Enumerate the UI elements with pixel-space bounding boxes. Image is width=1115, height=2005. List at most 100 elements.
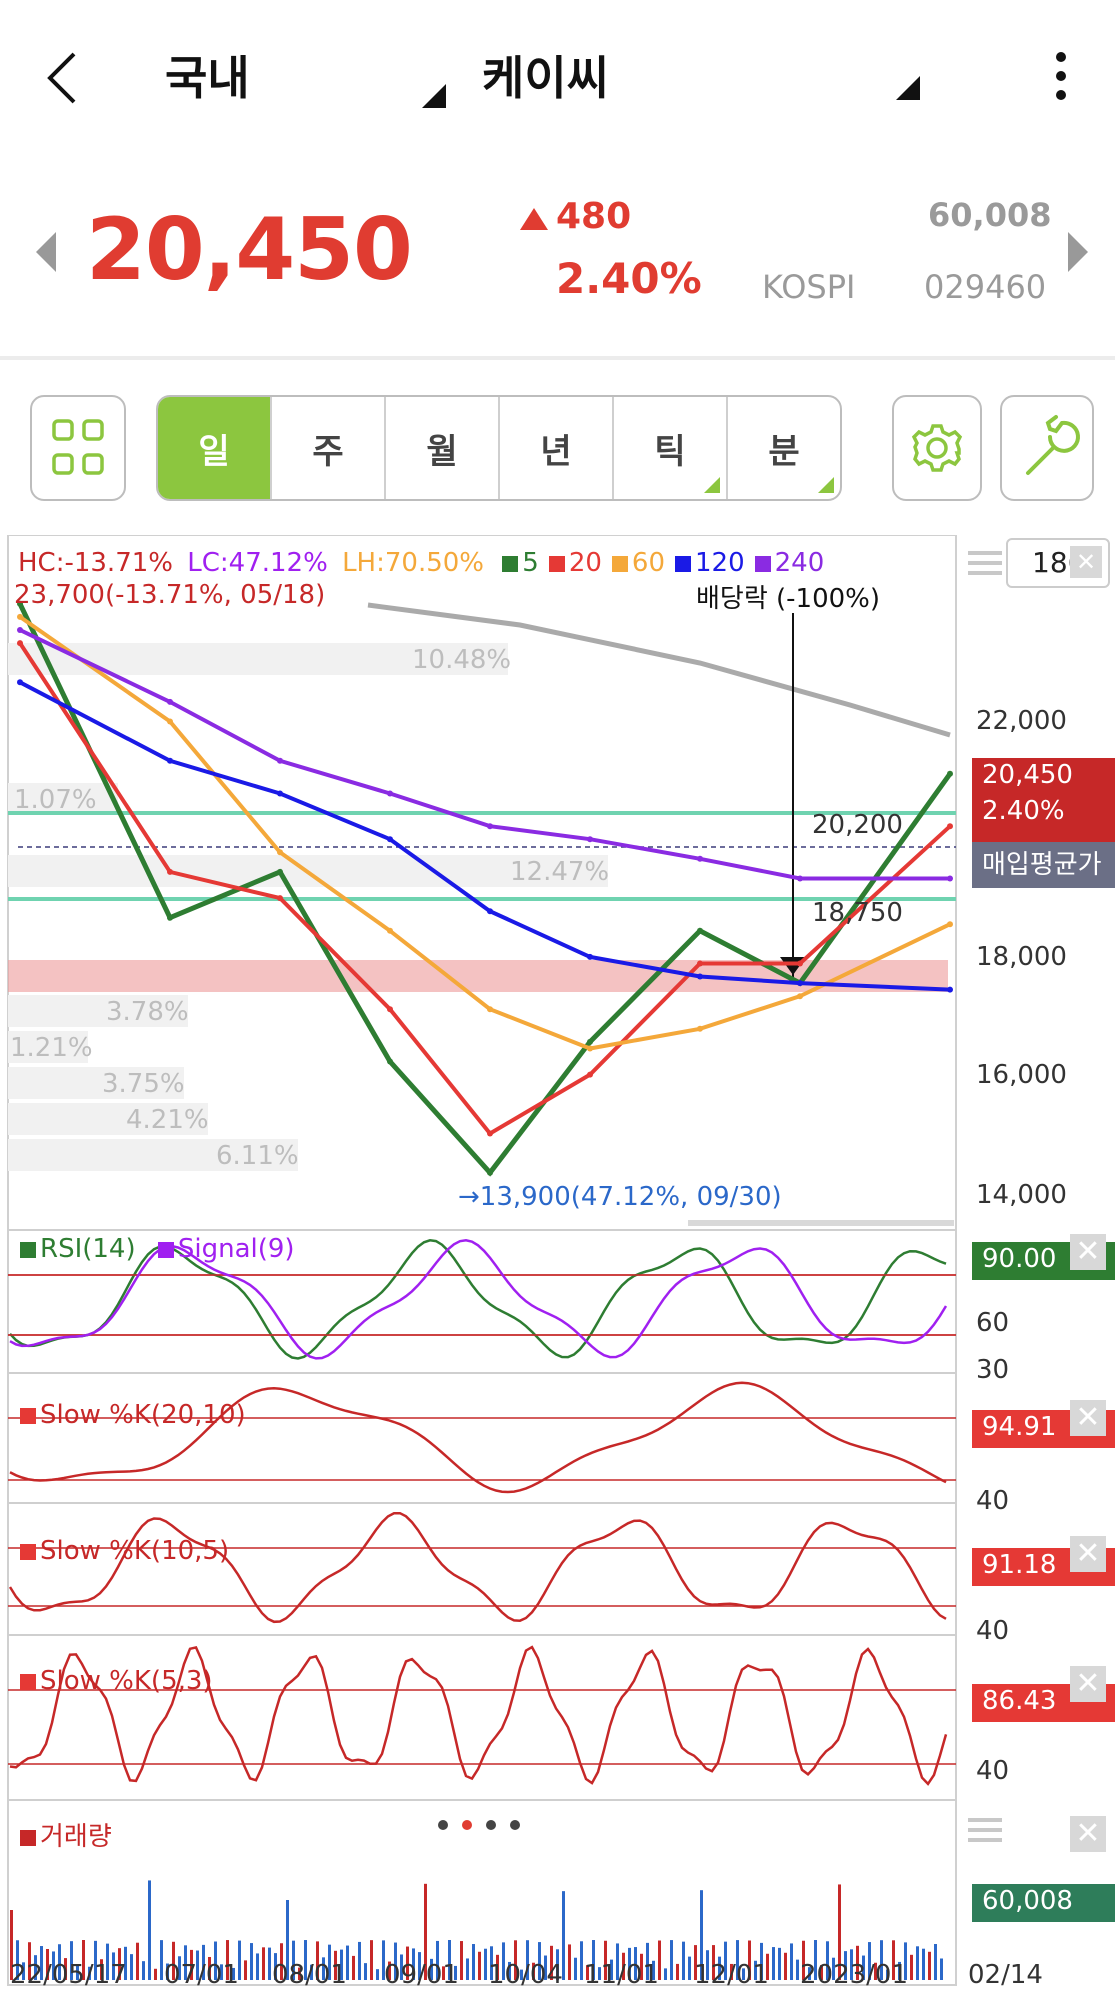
ma-point [587,1071,593,1078]
more-menu-icon[interactable] [1056,43,1066,109]
close-icon[interactable]: ✕ [1070,1400,1106,1436]
lc-stat: LC:47.12% [187,548,328,578]
divider [0,356,1115,360]
period-tabs[interactable]: 일 주 월 년 틱 분 [156,395,842,501]
ma-point [697,973,703,980]
ma-point [947,770,953,777]
volume-bar [688,1956,691,1980]
volume-bar [778,1947,781,1980]
ma-point [17,627,23,633]
ma-point [277,790,283,797]
prev-stock-icon[interactable] [36,232,56,272]
ma-point [387,790,393,797]
volume-bar [580,1941,583,1980]
tab-period-month[interactable]: 월 [386,397,500,499]
ma-point [587,953,593,960]
close-icon[interactable]: ✕ [1070,1816,1106,1852]
market-index: KOSPI [762,268,856,306]
volume-bar [670,1940,673,1980]
ma-point [487,1130,493,1137]
rsi-tick-60: 60 [976,1308,1010,1338]
slow2-legend: Slow %K(10,5) [20,1536,229,1566]
ma-point [277,895,283,902]
submenu-corner-icon [818,477,834,493]
market-selector[interactable]: 국내 [165,42,250,108]
x-tick: 02/14 [968,1960,1043,1990]
ma-point [697,855,703,862]
volume-menu-icon[interactable] [968,1812,1002,1848]
ma-point [587,1038,593,1045]
tab-period-day[interactable]: 일 [158,397,272,499]
market-dropdown-icon[interactable] [422,84,446,108]
legend-item: 20 [568,548,602,578]
close-icon[interactable]: ✕ [1070,1234,1106,1270]
volume-profile-label: 6.11% [216,1141,299,1171]
slow1-tick-40: 40 [976,1486,1010,1516]
ma-point [167,914,173,921]
volume-bar [268,1947,271,1980]
volume-bar [784,1952,787,1980]
tab-period-week[interactable]: 주 [272,397,386,499]
ma-point [387,1006,393,1013]
close-icon[interactable]: ✕ [1070,1536,1106,1572]
volume-bar [142,1961,145,1980]
ma-point [797,875,803,882]
grid-icon [52,419,104,475]
slow3-legend: Slow %K(5,3) [20,1666,213,1696]
back-button[interactable] [40,48,90,108]
legend-swatch [548,555,565,572]
ma-point [947,986,953,993]
ma-point [947,823,953,830]
y-tick-14000: 14,000 [976,1180,1067,1210]
x-tick: 10/04 [488,1960,563,1990]
volume-bar [796,1959,799,1980]
ma-point [277,757,283,764]
ma-point [587,836,593,843]
tab-period-year[interactable]: 년 [500,397,614,499]
slow3-tick-40: 40 [976,1756,1010,1786]
volume-bar [568,1944,571,1980]
settings-button[interactable] [892,395,982,501]
volume-bar [244,1960,247,1980]
stock-dropdown-icon[interactable] [896,76,920,100]
volume-bar [910,1954,913,1980]
price-tag: 20,450 2.40% [972,758,1115,842]
chart-menu-icon[interactable] [968,545,1002,581]
volume-bar [148,1880,151,1980]
volume-bar [130,1954,133,1980]
legend-item: 60 [631,548,665,578]
tab-period-tick[interactable]: 틱 [614,397,728,499]
low-note: →13,900(47.12%, 09/30) [458,1182,782,1212]
volume-bar [358,1941,361,1980]
ma-point [17,640,23,647]
close-icon[interactable]: ✕ [1070,546,1102,578]
volume-bar [160,1940,163,1980]
price-change: 480 [556,196,632,237]
avg-price-tag: 매입평균가 [972,842,1115,888]
hc-stat: HC:-13.71% [18,548,173,578]
volume-bar [790,1943,793,1980]
legend-swatch [675,555,691,572]
rsi-legend: RSI(14) Signal(9) [20,1234,295,1264]
volume-tag: 60,008 [972,1884,1115,1922]
legend-swatch [754,555,771,572]
volume-bar [478,1951,481,1980]
volume-bar [664,1968,667,1980]
ma-point [797,960,803,967]
price-chart[interactable] [0,535,1115,2005]
volume-bar [376,1969,379,1980]
volume-bar [256,1953,259,1980]
tab-period-minute[interactable]: 분 [728,397,840,499]
next-stock-icon[interactable] [1068,232,1088,272]
tools-button[interactable] [1000,395,1094,501]
close-icon[interactable]: ✕ [1070,1666,1106,1702]
layout-button[interactable] [30,395,126,501]
volume-bar [574,1957,577,1980]
stock-selector[interactable]: 케이씨 [482,42,609,108]
count-box[interactable]: 186 ✕ [1006,538,1110,588]
high-note: 23,700(-13.71%, 05/18) [14,580,326,610]
ma-point [277,868,283,875]
ma-line-20 [18,642,952,1137]
y-tick-16000: 16,000 [976,1060,1067,1090]
ma-point [167,757,173,764]
